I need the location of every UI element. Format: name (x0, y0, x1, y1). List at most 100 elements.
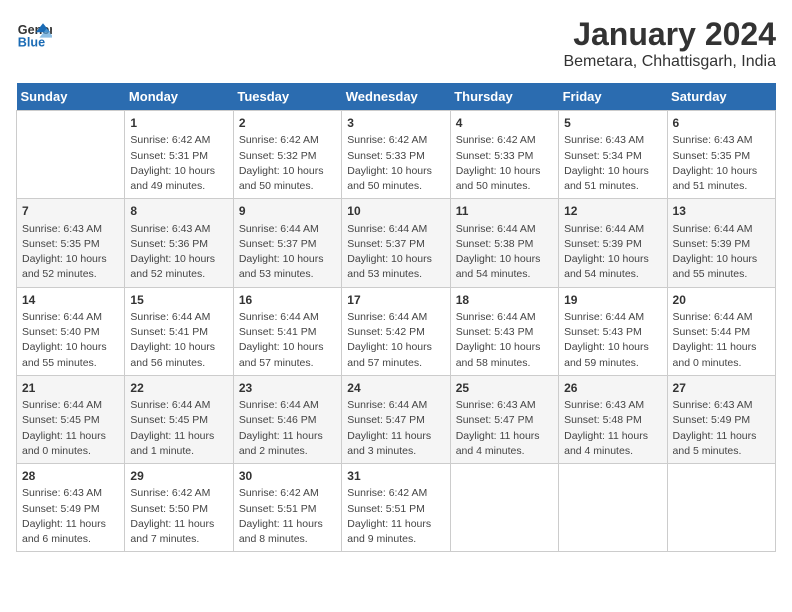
day-number: 29 (130, 468, 227, 485)
calendar-cell: 7 Sunrise: 6:43 AM Sunset: 5:35 PM Daylig… (17, 199, 125, 287)
header-day-thursday: Thursday (450, 83, 558, 111)
calendar-cell: 21Sunrise: 6:44 AM Sunset: 5:45 PM Dayli… (17, 375, 125, 463)
week-row-3: 14Sunrise: 6:44 AM Sunset: 5:40 PM Dayli… (17, 287, 776, 375)
day-number: 19 (564, 292, 661, 309)
calendar-cell: 30Sunrise: 6:42 AM Sunset: 5:51 PM Dayli… (233, 464, 341, 552)
day-info: Sunrise: 6:42 AM Sunset: 5:32 PM Dayligh… (239, 133, 336, 194)
day-number: 15 (130, 292, 227, 309)
day-info: Sunrise: 6:44 AM Sunset: 5:37 PM Dayligh… (347, 222, 444, 283)
day-number: 5 (564, 115, 661, 132)
day-info: Sunrise: 6:43 AM Sunset: 5:49 PM Dayligh… (22, 486, 119, 547)
calendar-cell: 17Sunrise: 6:44 AM Sunset: 5:42 PM Dayli… (342, 287, 450, 375)
day-number: 23 (239, 380, 336, 397)
calendar-cell: 19Sunrise: 6:44 AM Sunset: 5:43 PM Dayli… (559, 287, 667, 375)
calendar-cell: 28Sunrise: 6:43 AM Sunset: 5:49 PM Dayli… (17, 464, 125, 552)
day-number: 1 (130, 115, 227, 132)
day-info: Sunrise: 6:44 AM Sunset: 5:37 PM Dayligh… (239, 222, 336, 283)
day-info: Sunrise: 6:42 AM Sunset: 5:51 PM Dayligh… (347, 486, 444, 547)
day-number: 2 (239, 115, 336, 132)
header-day-sunday: Sunday (17, 83, 125, 111)
calendar-cell (559, 464, 667, 552)
day-number: 14 (22, 292, 119, 309)
day-number: 4 (456, 115, 553, 132)
day-info: Sunrise: 6:43 AM Sunset: 5:49 PM Dayligh… (673, 398, 770, 459)
calendar-cell: 14Sunrise: 6:44 AM Sunset: 5:40 PM Dayli… (17, 287, 125, 375)
header-day-saturday: Saturday (667, 83, 775, 111)
day-info: Sunrise: 6:44 AM Sunset: 5:43 PM Dayligh… (564, 310, 661, 371)
day-number: 6 (673, 115, 770, 132)
calendar-cell: 15Sunrise: 6:44 AM Sunset: 5:41 PM Dayli… (125, 287, 233, 375)
day-number: 12 (564, 203, 661, 220)
day-number: 24 (347, 380, 444, 397)
week-row-1: 1Sunrise: 6:42 AM Sunset: 5:31 PM Daylig… (17, 111, 776, 199)
day-number: 18 (456, 292, 553, 309)
calendar-cell: 2Sunrise: 6:42 AM Sunset: 5:32 PM Daylig… (233, 111, 341, 199)
day-number: 30 (239, 468, 336, 485)
day-info: Sunrise: 6:44 AM Sunset: 5:43 PM Dayligh… (456, 310, 553, 371)
day-number: 8 (130, 203, 227, 220)
day-info: Sunrise: 6:43 AM Sunset: 5:35 PM Dayligh… (673, 133, 770, 194)
calendar-cell: 26Sunrise: 6:43 AM Sunset: 5:48 PM Dayli… (559, 375, 667, 463)
day-info: Sunrise: 6:44 AM Sunset: 5:44 PM Dayligh… (673, 310, 770, 371)
day-info: Sunrise: 6:44 AM Sunset: 5:45 PM Dayligh… (130, 398, 227, 459)
calendar-cell: 27Sunrise: 6:43 AM Sunset: 5:49 PM Dayli… (667, 375, 775, 463)
day-info: Sunrise: 6:44 AM Sunset: 5:39 PM Dayligh… (673, 222, 770, 283)
logo: General Blue (16, 16, 52, 52)
day-number: 20 (673, 292, 770, 309)
day-info: Sunrise: 6:43 AM Sunset: 5:47 PM Dayligh… (456, 398, 553, 459)
calendar-cell: 25Sunrise: 6:43 AM Sunset: 5:47 PM Dayli… (450, 375, 558, 463)
day-info: Sunrise: 6:44 AM Sunset: 5:42 PM Dayligh… (347, 310, 444, 371)
header-day-tuesday: Tuesday (233, 83, 341, 111)
calendar-cell: 20Sunrise: 6:44 AM Sunset: 5:44 PM Dayli… (667, 287, 775, 375)
day-number: 3 (347, 115, 444, 132)
day-info: Sunrise: 6:44 AM Sunset: 5:46 PM Dayligh… (239, 398, 336, 459)
calendar-cell: 1Sunrise: 6:42 AM Sunset: 5:31 PM Daylig… (125, 111, 233, 199)
calendar-cell: 5Sunrise: 6:43 AM Sunset: 5:34 PM Daylig… (559, 111, 667, 199)
calendar-cell: 9Sunrise: 6:44 AM Sunset: 5:37 PM Daylig… (233, 199, 341, 287)
day-number: 25 (456, 380, 553, 397)
calendar-cell: 24Sunrise: 6:44 AM Sunset: 5:47 PM Dayli… (342, 375, 450, 463)
header-day-friday: Friday (559, 83, 667, 111)
header-row: SundayMondayTuesdayWednesdayThursdayFrid… (17, 83, 776, 111)
calendar-cell: 29Sunrise: 6:42 AM Sunset: 5:50 PM Dayli… (125, 464, 233, 552)
header: General Blue January 2024 Bemetara, Chha… (16, 16, 776, 71)
calendar-cell: 11Sunrise: 6:44 AM Sunset: 5:38 PM Dayli… (450, 199, 558, 287)
calendar-cell: 13 Sunrise: 6:44 AM Sunset: 5:39 PM Dayli… (667, 199, 775, 287)
calendar-cell: 31Sunrise: 6:42 AM Sunset: 5:51 PM Dayli… (342, 464, 450, 552)
calendar-cell: 18Sunrise: 6:44 AM Sunset: 5:43 PM Dayli… (450, 287, 558, 375)
day-number: 16 (239, 292, 336, 309)
day-number: 7 (22, 203, 119, 220)
day-number: 10 (347, 203, 444, 220)
day-number: 22 (130, 380, 227, 397)
day-info: Sunrise: 6:42 AM Sunset: 5:31 PM Dayligh… (130, 133, 227, 194)
calendar-cell: 16Sunrise: 6:44 AM Sunset: 5:41 PM Dayli… (233, 287, 341, 375)
week-row-5: 28Sunrise: 6:43 AM Sunset: 5:49 PM Dayli… (17, 464, 776, 552)
day-number: 27 (673, 380, 770, 397)
day-number: 13 (673, 203, 770, 220)
calendar-cell: 8 Sunrise: 6:43 AM Sunset: 5:36 PM Daylig… (125, 199, 233, 287)
calendar-cell (450, 464, 558, 552)
day-info: Sunrise: 6:43 AM Sunset: 5:36 PM Dayligh… (130, 222, 227, 283)
calendar-cell (667, 464, 775, 552)
day-info: Sunrise: 6:44 AM Sunset: 5:45 PM Dayligh… (22, 398, 119, 459)
day-info: Sunrise: 6:43 AM Sunset: 5:35 PM Dayligh… (22, 222, 119, 283)
title-area: January 2024 Bemetara, Chhattisgarh, Ind… (563, 16, 776, 71)
header-day-monday: Monday (125, 83, 233, 111)
main-title: January 2024 (563, 16, 776, 53)
day-info: Sunrise: 6:42 AM Sunset: 5:33 PM Dayligh… (347, 133, 444, 194)
day-number: 28 (22, 468, 119, 485)
day-info: Sunrise: 6:42 AM Sunset: 5:50 PM Dayligh… (130, 486, 227, 547)
day-info: Sunrise: 6:44 AM Sunset: 5:40 PM Dayligh… (22, 310, 119, 371)
header-day-wednesday: Wednesday (342, 83, 450, 111)
calendar-cell: 12Sunrise: 6:44 AM Sunset: 5:39 PM Dayli… (559, 199, 667, 287)
day-info: Sunrise: 6:44 AM Sunset: 5:38 PM Dayligh… (456, 222, 553, 283)
day-number: 26 (564, 380, 661, 397)
calendar-cell: 10 Sunrise: 6:44 AM Sunset: 5:37 PM Dayli… (342, 199, 450, 287)
calendar-cell (17, 111, 125, 199)
week-row-2: 7 Sunrise: 6:43 AM Sunset: 5:35 PM Daylig… (17, 199, 776, 287)
day-info: Sunrise: 6:42 AM Sunset: 5:33 PM Dayligh… (456, 133, 553, 194)
calendar-table: SundayMondayTuesdayWednesdayThursdayFrid… (16, 83, 776, 552)
day-info: Sunrise: 6:44 AM Sunset: 5:41 PM Dayligh… (130, 310, 227, 371)
day-info: Sunrise: 6:42 AM Sunset: 5:51 PM Dayligh… (239, 486, 336, 547)
day-info: Sunrise: 6:43 AM Sunset: 5:34 PM Dayligh… (564, 133, 661, 194)
